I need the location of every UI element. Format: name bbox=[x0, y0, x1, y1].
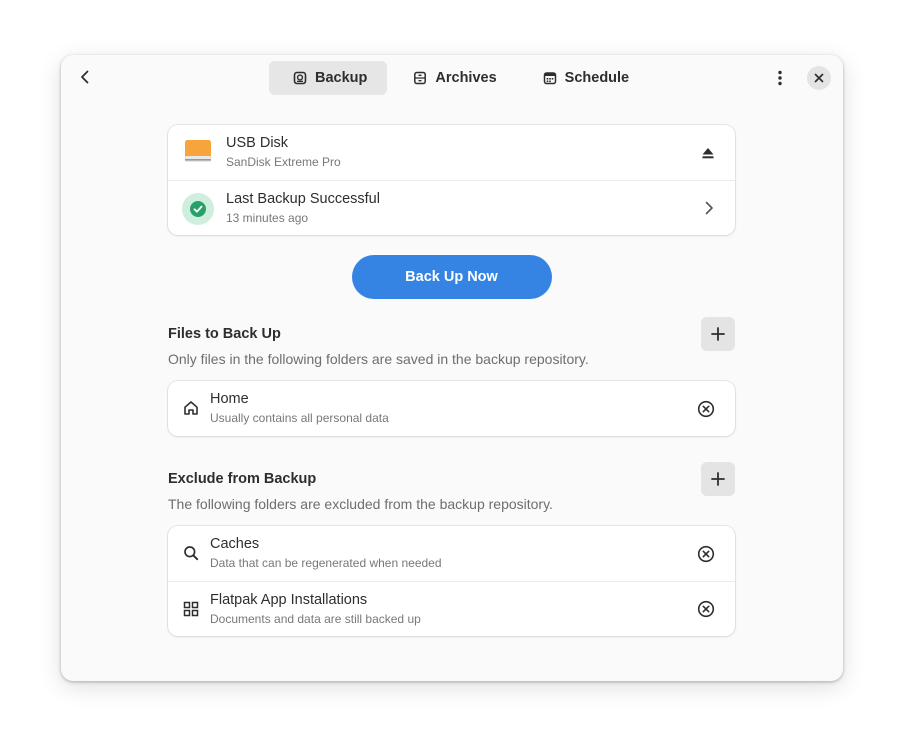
plus-icon bbox=[711, 472, 725, 486]
list-item: Caches Data that can be regenerated when… bbox=[168, 526, 735, 581]
chevron-right-icon bbox=[703, 181, 715, 235]
item-title: Flatpak App Installations bbox=[210, 592, 368, 608]
last-backup-subtitle: 13 minutes ago bbox=[226, 211, 309, 225]
list-item: Flatpak App Installations Documents and … bbox=[168, 581, 735, 636]
exclude-title: Exclude from Backup bbox=[168, 471, 317, 487]
include-title: Files to Back Up bbox=[168, 326, 281, 342]
view-switcher: Backup Archives Schedule bbox=[269, 61, 649, 95]
archives-icon bbox=[414, 71, 427, 85]
eject-button[interactable] bbox=[701, 125, 715, 180]
remove-circle-icon bbox=[697, 545, 715, 562]
disk-subtitle: SanDisk Extreme Pro bbox=[226, 155, 341, 169]
include-section: Files to Back Up Only files in the follo… bbox=[168, 317, 735, 436]
remove-item-button[interactable] bbox=[697, 526, 715, 581]
home-icon bbox=[180, 397, 202, 419]
status-card: USB Disk SanDisk Extreme Pro Last Backup… bbox=[168, 125, 735, 235]
exclude-header: Exclude from Backup The following folder… bbox=[168, 462, 735, 526]
main-menu-button[interactable] bbox=[765, 63, 795, 93]
backup-icon bbox=[293, 71, 307, 85]
include-list: Home Usually contains all personal data bbox=[168, 381, 735, 436]
last-backup-title: Last Backup Successful bbox=[226, 191, 380, 207]
exclude-section: Exclude from Backup The following folder… bbox=[168, 462, 735, 636]
tab-label: Backup bbox=[315, 70, 368, 86]
tab-label: Archives bbox=[435, 70, 497, 86]
tab-label: Schedule bbox=[564, 70, 630, 86]
tab-archives[interactable]: Archives bbox=[389, 61, 516, 95]
last-backup-row[interactable]: Last Backup Successful 13 minutes ago bbox=[168, 180, 735, 235]
disk-row: USB Disk SanDisk Extreme Pro bbox=[168, 125, 735, 180]
include-header: Files to Back Up Only files in the follo… bbox=[168, 317, 735, 381]
back-button[interactable] bbox=[71, 63, 99, 91]
header-bar: Backup Archives Schedule bbox=[61, 55, 843, 101]
usb-disk-icon bbox=[184, 138, 212, 166]
close-icon bbox=[814, 73, 824, 83]
include-description: Only files in the following folders are … bbox=[168, 351, 589, 367]
item-subtitle: Documents and data are still backed up bbox=[210, 612, 421, 626]
schedule-icon bbox=[543, 72, 556, 85]
list-item: Home Usually contains all personal data bbox=[168, 381, 735, 436]
add-exclude-button[interactable] bbox=[701, 462, 735, 496]
success-check-icon bbox=[182, 193, 214, 225]
kebab-menu-icon bbox=[778, 70, 782, 86]
eject-icon bbox=[702, 147, 714, 158]
app-window: Backup Archives Schedule USB Disk SanDis… bbox=[61, 55, 843, 681]
back-up-now-button[interactable]: Back Up Now bbox=[351, 255, 552, 299]
backup-page: USB Disk SanDisk Extreme Pro Last Backup… bbox=[168, 125, 735, 636]
chevron-left-icon bbox=[81, 70, 89, 84]
item-subtitle: Usually contains all personal data bbox=[210, 411, 389, 425]
item-title: Caches bbox=[210, 536, 260, 552]
remove-item-button[interactable] bbox=[697, 381, 715, 436]
item-texts: Flatpak App Installations Documents and … bbox=[210, 591, 421, 627]
tab-backup[interactable]: Backup bbox=[269, 61, 388, 95]
search-icon bbox=[180, 542, 202, 564]
remove-item-button[interactable] bbox=[697, 582, 715, 636]
remove-circle-icon bbox=[697, 400, 715, 417]
item-title: Home bbox=[210, 391, 249, 407]
item-subtitle: Data that can be regenerated when needed bbox=[210, 556, 442, 570]
apps-grid-icon bbox=[180, 598, 202, 620]
add-include-button[interactable] bbox=[701, 317, 735, 351]
remove-circle-icon bbox=[697, 600, 715, 618]
tab-schedule[interactable]: Schedule bbox=[519, 61, 649, 95]
item-texts: Home Usually contains all personal data bbox=[210, 390, 389, 426]
exclude-description: The following folders are excluded from … bbox=[168, 496, 553, 512]
close-window-button[interactable] bbox=[807, 66, 831, 90]
disk-texts: USB Disk SanDisk Extreme Pro bbox=[226, 134, 341, 170]
exclude-list: Caches Data that can be regenerated when… bbox=[168, 526, 735, 636]
last-backup-texts: Last Backup Successful 13 minutes ago bbox=[226, 190, 380, 226]
disk-title: USB Disk bbox=[226, 135, 289, 151]
plus-icon bbox=[711, 327, 725, 341]
item-texts: Caches Data that can be regenerated when… bbox=[210, 535, 442, 571]
